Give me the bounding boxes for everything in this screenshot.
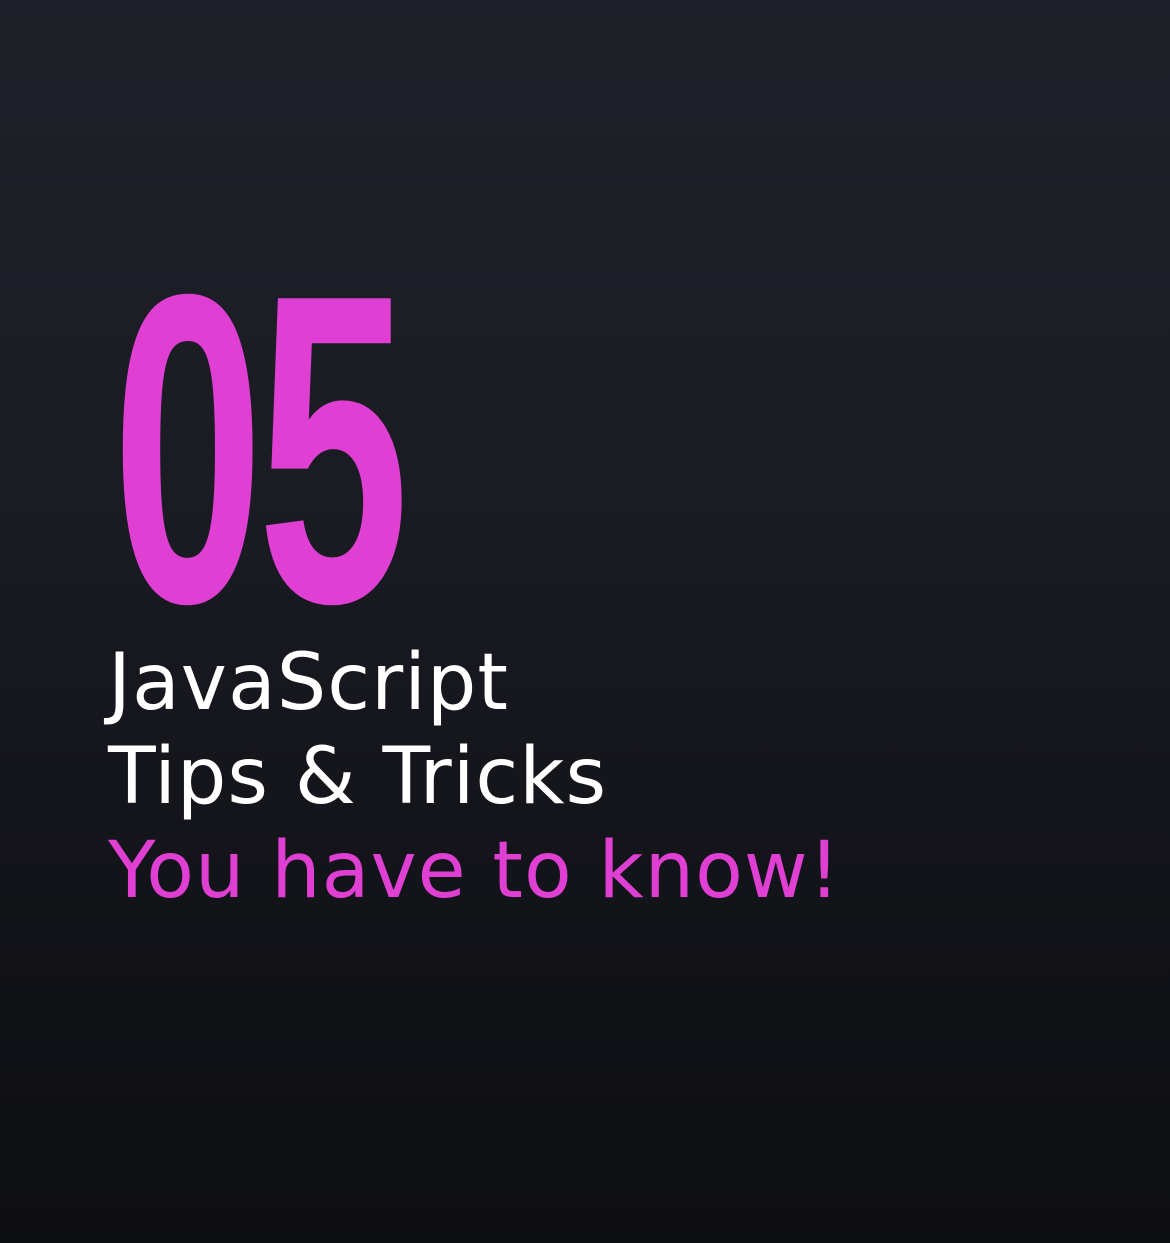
promo-card: 05 JavaScript Tips & Tricks You have to … <box>0 0 1170 1243</box>
tagline: You have to know! <box>108 826 841 916</box>
tip-number: 05 <box>112 204 409 695</box>
title-block: JavaScript Tips & Tricks You have to kno… <box>108 636 841 918</box>
title-line-javascript: JavaScript <box>108 638 509 728</box>
title-line-tips-tricks: Tips & Tricks <box>108 732 608 822</box>
